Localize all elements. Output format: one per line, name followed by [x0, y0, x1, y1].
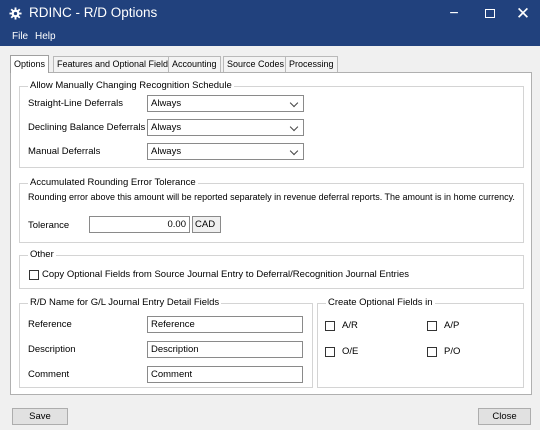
options-panel: Allow Manually Changing Recognition Sche… — [10, 72, 532, 395]
create-optional-fields-group: Create Optional Fields in A/R A/P O/E P/… — [317, 297, 524, 388]
copy-optional-fields-checkbox[interactable] — [29, 270, 39, 280]
reference-input[interactable]: Reference — [147, 316, 303, 333]
comment-input[interactable]: Comment — [147, 366, 303, 383]
tab-accounting[interactable]: Accounting — [168, 56, 221, 72]
description-input[interactable]: Description — [147, 341, 303, 358]
maximize-button[interactable] — [473, 0, 507, 27]
rounding-tolerance-legend: Accumulated Rounding Error Tolerance — [28, 177, 198, 188]
maximize-icon — [485, 8, 495, 18]
oe-label: O/E — [342, 346, 359, 357]
manual-deferrals-select[interactable]: Always — [147, 143, 304, 160]
close-window-button[interactable]: ✕ — [506, 0, 540, 27]
po-label: P/O — [444, 346, 461, 357]
menu-bar: File Help — [0, 27, 540, 46]
chevron-down-icon — [289, 98, 299, 108]
close-icon: ✕ — [515, 4, 531, 23]
reference-label: Reference — [28, 319, 72, 330]
ar-label: A/R — [342, 320, 358, 331]
tab-features-optional-fields[interactable]: Features and Optional Fields — [53, 56, 177, 72]
description-label: Description — [28, 344, 76, 355]
minimize-icon: − — [449, 5, 459, 22]
tolerance-label: Tolerance — [28, 220, 70, 231]
tab-processing[interactable]: Processing — [285, 56, 338, 72]
rd-name-group: R/D Name for G/L Journal Entry Detail Fi… — [19, 297, 313, 388]
declining-balance-value: Always — [151, 122, 182, 133]
window-title: RDINC - R/D Options — [29, 5, 158, 20]
tab-options[interactable]: Options — [10, 55, 50, 73]
manual-deferrals-label: Manual Deferrals — [28, 146, 101, 157]
straight-line-select[interactable]: Always — [147, 95, 304, 112]
comment-label: Comment — [28, 369, 70, 380]
rounding-description: Rounding error above this amount will be… — [28, 192, 515, 202]
create-optional-fields-legend: Create Optional Fields in — [326, 297, 435, 308]
minimize-button[interactable]: − — [437, 0, 471, 27]
tolerance-input[interactable]: 0.00 — [89, 216, 190, 233]
allow-schedule-group: Allow Manually Changing Recognition Sche… — [19, 80, 524, 168]
save-button[interactable]: Save — [12, 408, 68, 425]
rounding-tolerance-group: Accumulated Rounding Error Tolerance Rou… — [19, 177, 524, 243]
copy-optional-fields-label: Copy Optional Fields from Source Journal… — [42, 269, 409, 280]
tab-source-codes[interactable]: Source Codes — [223, 56, 289, 72]
close-button[interactable]: Close — [478, 408, 531, 425]
rd-name-legend: R/D Name for G/L Journal Entry Detail Fi… — [28, 297, 222, 308]
declining-balance-select[interactable]: Always — [147, 119, 304, 136]
allow-schedule-legend: Allow Manually Changing Recognition Sche… — [28, 80, 234, 91]
ar-checkbox[interactable] — [325, 321, 335, 331]
straight-line-value: Always — [151, 98, 182, 109]
other-legend: Other — [28, 249, 56, 260]
straight-line-label: Straight-Line Deferrals — [28, 98, 124, 109]
title-bar: RDINC - R/D Options − ✕ — [0, 0, 540, 27]
po-checkbox[interactable] — [427, 347, 437, 357]
menu-help[interactable]: Help — [35, 31, 56, 42]
ap-checkbox[interactable] — [427, 321, 437, 331]
ap-label: A/P — [444, 320, 460, 331]
menu-file[interactable]: File — [12, 31, 28, 42]
manual-deferrals-value: Always — [151, 146, 182, 157]
chevron-down-icon — [289, 122, 299, 132]
currency-code: CAD — [192, 216, 221, 233]
app-gear-icon — [9, 7, 22, 20]
chevron-down-icon — [289, 146, 299, 156]
declining-balance-label: Declining Balance Deferrals — [28, 122, 146, 133]
other-group: Other Copy Optional Fields from Source J… — [19, 249, 524, 289]
oe-checkbox[interactable] — [325, 347, 335, 357]
